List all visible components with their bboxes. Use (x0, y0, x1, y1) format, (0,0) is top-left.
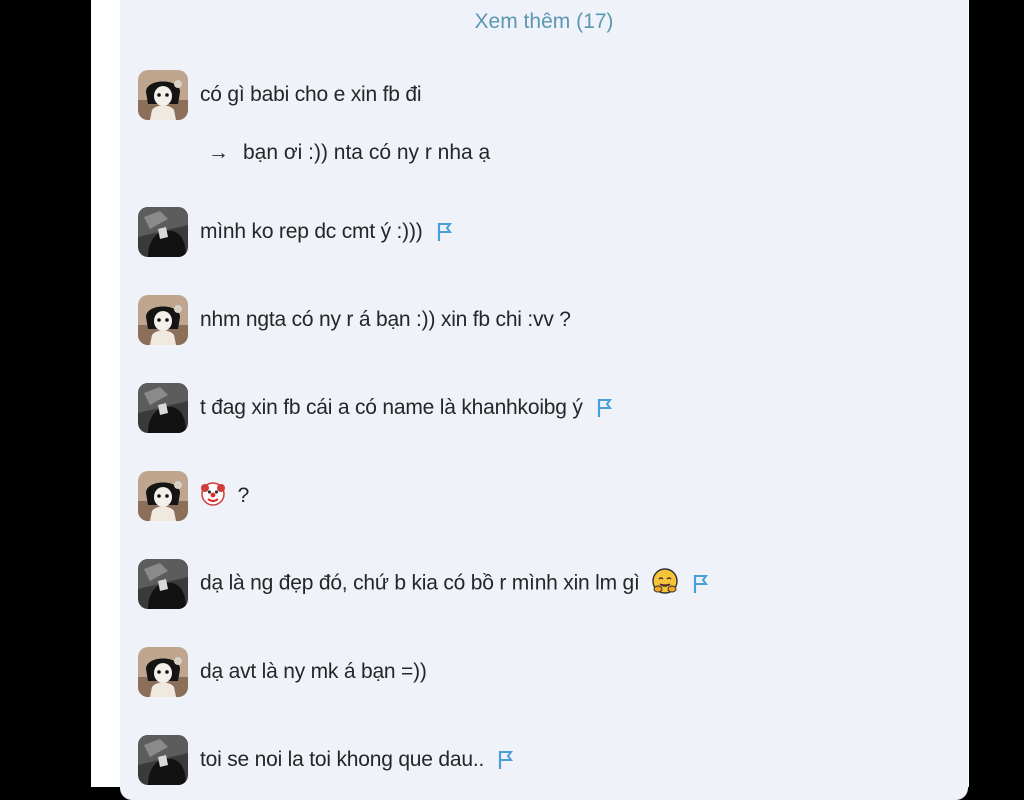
report-flag-icon[interactable] (693, 574, 709, 594)
comment-text-content: dạ là ng đẹp đó, chứ b kia có bồ r mình … (200, 571, 640, 595)
avatar[interactable] (138, 559, 188, 609)
reply-arrow-icon: → (208, 141, 229, 164)
comment-text: dạ là ng đẹp đó, chứ b kia có bồ r mình … (200, 567, 679, 601)
comment-text: ? (200, 480, 249, 512)
avatar[interactable] (138, 647, 188, 697)
avatar[interactable] (138, 295, 188, 345)
avatar[interactable] (138, 70, 188, 120)
clown-emoji-icon (200, 480, 226, 512)
avatar[interactable] (138, 471, 188, 521)
comment-item: ? (138, 471, 249, 521)
report-flag-icon[interactable] (437, 222, 453, 242)
hugging-face-emoji-icon (651, 567, 679, 601)
comment-text: nhm ngta có ny r á bạn :)) xin fb chi :v… (200, 308, 571, 331)
comment-text: có gì babi cho e xin fb đi (200, 83, 422, 106)
avatar[interactable] (138, 383, 188, 433)
comment-item: toi se noi la toi khong que dau.. (138, 735, 514, 785)
comment-item: có gì babi cho e xin fb đi (138, 70, 421, 120)
see-more-link[interactable]: Xem thêm (17) (120, 10, 968, 34)
avatar[interactable] (138, 735, 188, 785)
reply-text: bạn ơi :)) nta có ny r nha ạ (243, 141, 491, 164)
comment-item: nhm ngta có ny r á bạn :)) xin fb chi :v… (138, 295, 571, 345)
report-flag-icon[interactable] (597, 398, 613, 418)
comment-text: toi se noi la toi khong que dau.. (200, 748, 485, 771)
report-flag-icon[interactable] (498, 750, 514, 770)
comment-item: mình ko rep dc cmt ý :))) (138, 207, 453, 257)
comment-item: dạ là ng đẹp đó, chứ b kia có bồ r mình … (138, 559, 709, 609)
comment-text: mình ko rep dc cmt ý :))) (200, 220, 423, 243)
reply-item: → bạn ơi :)) nta có ny r nha ạ (208, 141, 490, 165)
comment-text: t đag xin fb cái a có name là khanhkoibg… (200, 396, 583, 419)
comment-question-mark: ? (237, 483, 250, 507)
avatar[interactable] (138, 207, 188, 257)
comment-text: dạ avt là ny mk á bạn =)) (200, 660, 427, 683)
comment-item: dạ avt là ny mk á bạn =)) (138, 647, 427, 697)
comment-item: t đag xin fb cái a có name là khanhkoibg… (138, 383, 613, 433)
